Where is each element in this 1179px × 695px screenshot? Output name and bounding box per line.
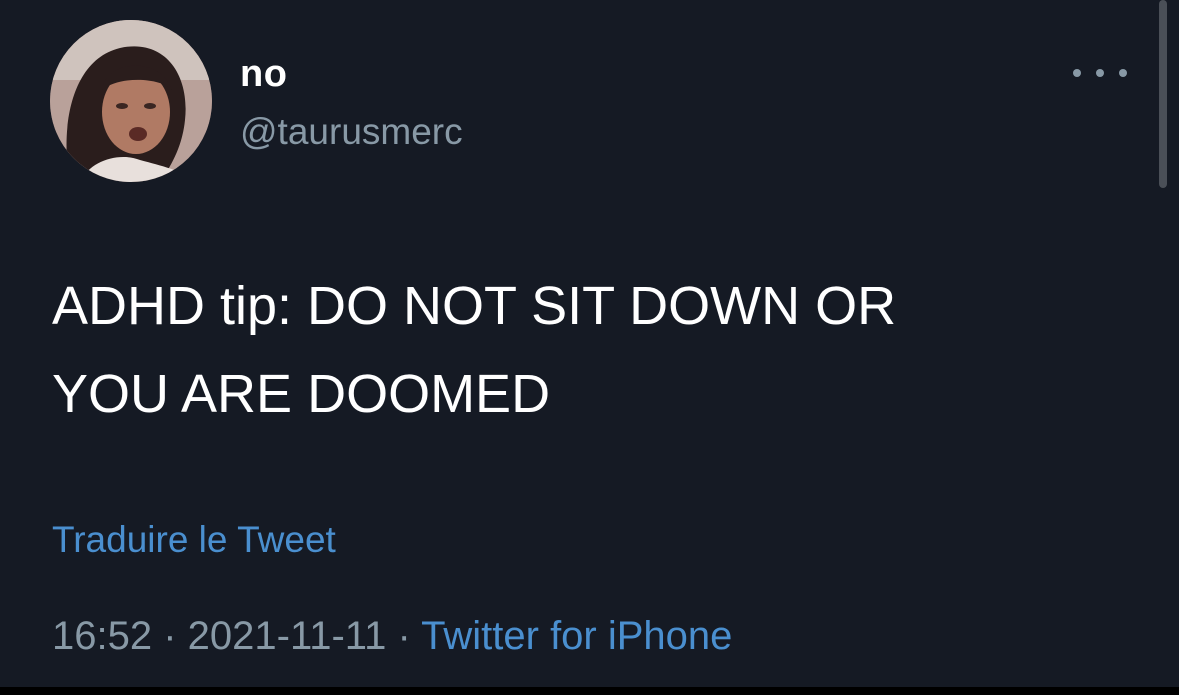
display-name[interactable]: no bbox=[240, 52, 287, 96]
avatar-image bbox=[50, 20, 212, 182]
tweet-time[interactable]: 16:52 bbox=[52, 614, 152, 658]
tweet-text-line-2: YOU ARE DOOMED bbox=[52, 364, 551, 424]
scrollbar[interactable] bbox=[1159, 0, 1167, 188]
avatar[interactable] bbox=[50, 20, 212, 182]
meta-separator: · bbox=[386, 614, 422, 658]
tweet-source-link[interactable]: Twitter for iPhone bbox=[421, 614, 732, 658]
meta-separator: · bbox=[152, 614, 188, 658]
bottom-edge bbox=[0, 687, 1179, 695]
tweet-text-line-1: ADHD tip: DO NOT SIT DOWN OR bbox=[52, 276, 897, 336]
more-dot bbox=[1119, 69, 1127, 77]
tweet-card: no @taurusmerc ADHD tip: DO NOT SIT DOWN… bbox=[0, 0, 1179, 687]
more-icon[interactable] bbox=[1073, 60, 1127, 86]
more-dot bbox=[1096, 69, 1104, 77]
user-handle[interactable]: @taurusmerc bbox=[240, 110, 463, 154]
tweet-date[interactable]: 2021-11-11 bbox=[188, 614, 387, 658]
tweet-metadata: 16:52 · 2021-11-11 · Twitter for iPhone bbox=[52, 612, 732, 660]
translate-tweet-link[interactable]: Traduire le Tweet bbox=[52, 518, 336, 562]
more-dot bbox=[1073, 69, 1081, 77]
tweet-text: ADHD tip: DO NOT SIT DOWN OR YOU ARE DOO… bbox=[52, 262, 1112, 438]
